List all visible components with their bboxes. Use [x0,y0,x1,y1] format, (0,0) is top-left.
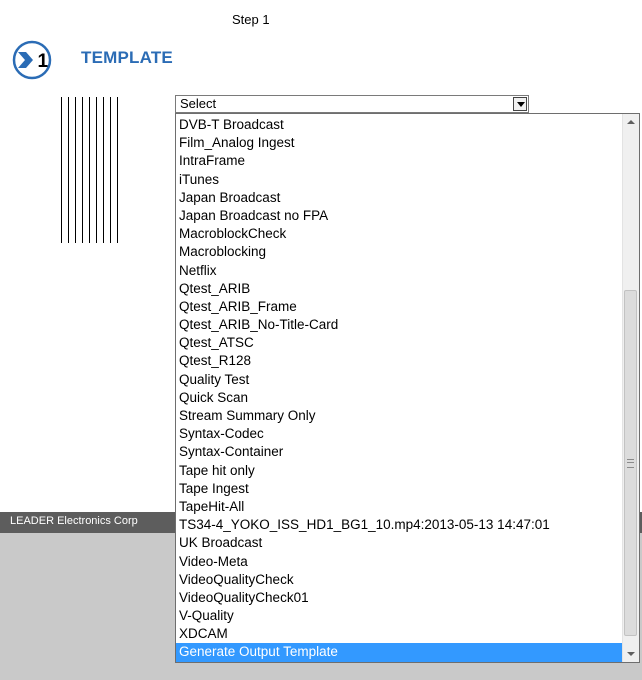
dropdown-option[interactable]: Syntax-Codec [176,425,623,443]
chevron-down-icon[interactable] [513,97,527,111]
dropdown-option[interactable]: Video-Meta [176,553,623,571]
dropdown-option[interactable]: Qtest_ATSC [176,334,623,352]
option-list: DVB-T Broadcast Film_Analog Ingest IntraFr… [176,116,623,662]
dropdown-option[interactable]: V-Quality [176,607,623,625]
dropdown-option[interactable]: Qtest_ARIB [176,280,623,298]
footer-company-text: LEADER Electronics Corp [10,515,138,527]
dropdown-option[interactable]: TapeHit-All [176,498,623,516]
template-select[interactable]: Select [175,95,529,113]
dropdown-option[interactable]: VideoQualityCheck [176,571,623,589]
dropdown-option[interactable]: Stream Summary Only [176,407,623,425]
dropdown-option[interactable]: Netflix [176,262,623,280]
dropdown-option[interactable]: VideoQualityCheck01 [176,589,623,607]
dropdown-option[interactable]: Japan Broadcast [176,189,623,207]
dropdown-option[interactable]: Qtest_ARIB_No-Title-Card [176,316,623,334]
page: Step 1 1 TEMPLATE LEADER Electronics Cor… [0,0,642,680]
dropdown-option[interactable]: iTunes [176,171,623,189]
scroll-up-arrow-icon[interactable] [623,114,639,131]
dropdown-option[interactable]: Tape hit only [176,462,623,480]
dropdown-option[interactable]: Macroblocking [176,243,623,261]
barcode-decoration [61,97,121,243]
template-dropdown-list[interactable]: DVB-T Broadcast Film_Analog Ingest IntraFr… [175,113,640,663]
dropdown-option[interactable]: Qtest_ARIB_Frame [176,298,623,316]
step-title: TEMPLATE [81,48,173,67]
dropdown-option[interactable]: Quality Test [176,371,623,389]
step-label: Step 1 [232,12,270,27]
dropdown-option[interactable]: Film_Analog Ingest [176,134,623,152]
dropdown-option[interactable]: MacroblockCheck [176,225,623,243]
dropdown-scrollbar[interactable] [622,114,639,662]
dropdown-option[interactable]: Quick Scan [176,389,623,407]
dropdown-option[interactable]: UK Broadcast [176,534,623,552]
dropdown-option[interactable]: IntraFrame [176,152,623,170]
step-number: 1 [38,51,49,72]
dropdown-option[interactable]: XDCAM [176,625,623,643]
scroll-down-arrow-icon[interactable] [623,645,639,662]
select-current-value: Select [180,96,217,111]
scroll-thumb[interactable] [624,290,637,636]
dropdown-option[interactable]: Syntax-Container [176,443,623,461]
dropdown-option[interactable]: Japan Broadcast no FPA [176,207,623,225]
scroll-grip-icon [627,459,634,468]
dropdown-option[interactable]: Generate Output Template [176,643,623,662]
dropdown-option[interactable]: Qtest_R128 [176,352,623,370]
dropdown-option[interactable]: DVB-T Broadcast [176,116,623,134]
dropdown-option[interactable]: TS34-4_YOKO_ISS_HD1_BG1_10.mp4:2013-05-1… [176,516,623,534]
dropdown-option[interactable]: Tape Ingest [176,480,623,498]
step-number-chevron-icon: 1 [12,40,52,80]
